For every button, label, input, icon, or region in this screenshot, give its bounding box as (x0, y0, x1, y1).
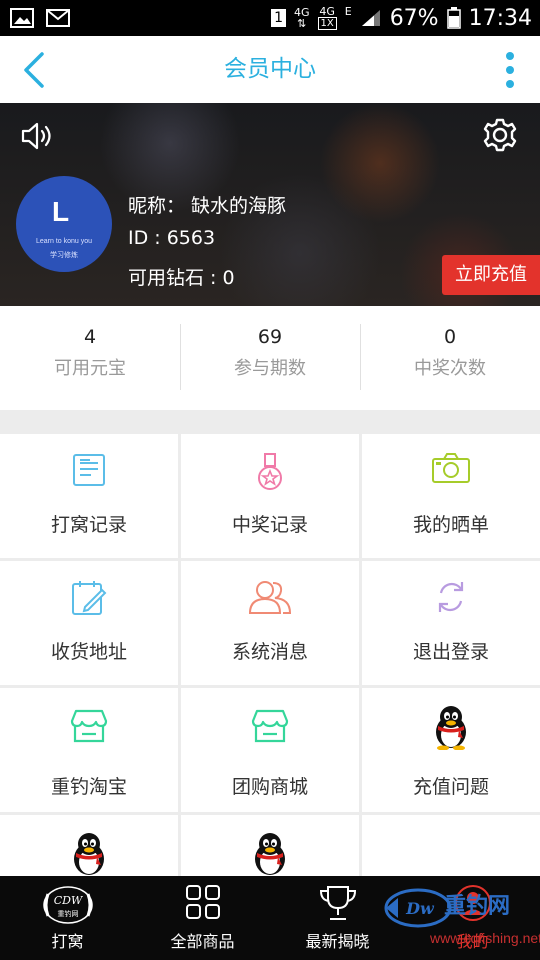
nav-item-bait[interactable]: CDW 重钓网 打窝 (0, 876, 135, 960)
qq-penguin-icon (436, 706, 466, 750)
menu-item-empty (362, 815, 540, 876)
more-vertical-icon (506, 52, 514, 88)
store-icon (70, 709, 108, 743)
settings-button[interactable] (482, 117, 518, 153)
stat-label: 可用元宝 (54, 358, 126, 379)
menu-item-label: 我的晒单 (412, 514, 489, 536)
users-icon (248, 581, 292, 614)
nav-label: 打窝 (51, 932, 84, 951)
stat-value: 4 (83, 326, 97, 348)
svg-text:Dw: Dw (405, 899, 435, 918)
nickname: 昵称： 缺水的海豚 (128, 195, 287, 217)
trophy-icon (319, 886, 356, 920)
menu-item-recharge-help[interactable]: 充值问题 (362, 688, 540, 812)
diamond-balance: 可用钻石 : 0 (128, 267, 235, 289)
edit-calendar-icon (72, 581, 107, 615)
mail-notification-icon (46, 0, 70, 36)
stat-win-count[interactable]: 0 中奖次数 (360, 306, 540, 410)
menu-item-label: 退出登录 (412, 641, 489, 663)
edge-indicator: E (344, 5, 352, 18)
grid-icon (185, 885, 220, 919)
sound-toggle-button[interactable] (20, 119, 56, 153)
menu-item-label: 充值问题 (412, 776, 489, 798)
menu-item-shipping-address[interactable]: 收货地址 (0, 561, 178, 685)
network-4g-indicator: 4G ⇅ (293, 6, 310, 30)
menu-item-my-posts[interactable]: 我的晒单 (362, 434, 540, 558)
clock: 17:34 (468, 5, 532, 31)
sim-slot-indicator: 1 (271, 9, 286, 27)
status-bar: 1 4G ⇅ 4G 1X E 67% 17:34 (0, 0, 540, 36)
stat-label: 中奖次数 (414, 358, 486, 379)
svg-text:重钓网: 重钓网 (57, 909, 78, 918)
nav-label: 全部商品 (170, 932, 235, 951)
user-id: ID : 6563 (128, 227, 216, 249)
qq-penguin-icon (74, 833, 104, 875)
gear-icon (483, 118, 517, 152)
battery-icon (446, 7, 461, 29)
menu-item-qq-2[interactable] (181, 815, 359, 876)
stat-available-ingots[interactable]: 4 可用元宝 (0, 306, 180, 410)
battery-percent: 67% (389, 5, 439, 31)
stat-value: 69 (257, 326, 283, 348)
stat-value: 0 (443, 326, 457, 348)
app-header: 会员中心 (0, 36, 540, 103)
menu-item-label: 中奖记录 (231, 514, 308, 536)
menu-item-label: 团购商城 (231, 776, 308, 798)
watermark-fish-logo-icon: Dw (384, 888, 452, 928)
stats-bar: 4 可用元宝 69 参与期数 0 中奖次数 (0, 306, 540, 410)
avatar-caption: Learn to konu you (35, 238, 93, 245)
stat-label: 参与期数 (234, 358, 306, 379)
menu-item-prize-records[interactable]: 中奖记录 (181, 434, 359, 558)
brand-logo-icon: CDW 重钓网 (42, 886, 93, 924)
menu-item-label: 打窝记录 (50, 514, 127, 536)
image-notification-icon (10, 0, 34, 36)
avatar-letter: L (52, 196, 70, 227)
menu-item-label: 系统消息 (231, 641, 308, 663)
svg-text:CDW: CDW (53, 894, 83, 907)
watermark-brand: 重钓网 (444, 894, 511, 919)
refresh-icon (438, 582, 464, 612)
avatar-subcaption: 学习修炼 (50, 251, 78, 259)
nav-item-all-products[interactable]: 全部商品 (135, 876, 270, 960)
profile-banner: L Learn to konu you 学习修炼 昵称： 缺水的海豚 ID : … (0, 103, 540, 306)
camera-icon (432, 453, 470, 483)
avatar[interactable]: L Learn to konu you 学习修炼 (16, 176, 112, 272)
menu-item-qq-1[interactable] (0, 815, 178, 876)
recharge-button[interactable]: 立即充值 (442, 255, 540, 295)
menu-item-group-buy-mall[interactable]: 团购商城 (181, 688, 359, 812)
site-watermark: Dw 重钓网 www.cqfishing.net (382, 884, 540, 954)
document-icon (73, 454, 105, 486)
menu-item-taobao-store[interactable]: 重钓淘宝 (0, 688, 178, 812)
signal-icon (361, 10, 380, 26)
more-options-button[interactable] (502, 50, 518, 90)
menu-item-label: 收货地址 (50, 641, 127, 663)
menu-item-bait-records[interactable]: 打窝记录 (0, 434, 178, 558)
stat-participated-rounds[interactable]: 69 参与期数 (180, 306, 360, 410)
menu-item-system-messages[interactable]: 系统消息 (181, 561, 359, 685)
watermark-url: www.cqfishing.net (430, 930, 540, 946)
menu-item-label: 重钓淘宝 (50, 776, 127, 798)
speaker-icon (21, 122, 51, 150)
store-icon (251, 709, 289, 743)
page-title: 会员中心 (224, 56, 316, 82)
qq-penguin-icon (255, 833, 285, 875)
medal-icon (258, 453, 282, 490)
network-4g-1x-indicator: 4G 1X (317, 5, 337, 30)
menu-item-logout[interactable]: 退出登录 (362, 561, 540, 685)
